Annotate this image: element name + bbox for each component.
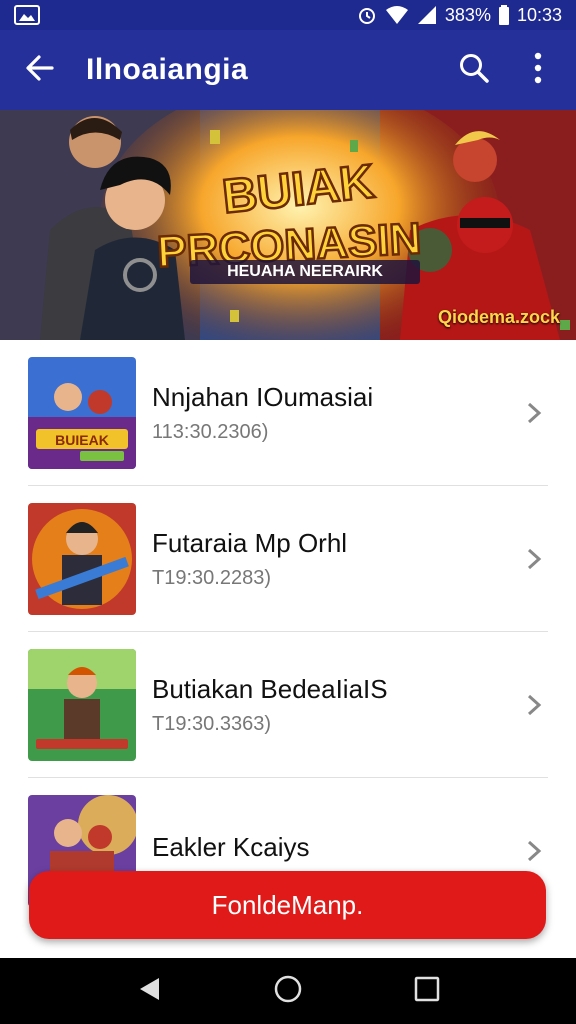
- chevron-right-icon: [520, 837, 548, 865]
- chevron-right-icon: [520, 691, 548, 719]
- nav-recents-button[interactable]: [402, 966, 452, 1016]
- item-subtitle: T19:30.2283): [152, 567, 271, 589]
- search-icon: [458, 52, 490, 89]
- list-item[interactable]: Butiakan BedeaIiaIS T19:30.3363): [0, 632, 576, 778]
- list-item[interactable]: BUIEAK Nnjahan IOumasiai 113:30.2306): [0, 340, 576, 486]
- promo-banner[interactable]: BUIAK PRCONASIN HEUAHA NEERAIRK Qiodema.…: [0, 110, 576, 340]
- item-thumbnail: [28, 503, 136, 615]
- alarm-icon: [357, 5, 377, 25]
- battery-percent: 383%: [444, 4, 491, 25]
- item-subtitle: T19:30.3363): [152, 713, 271, 735]
- search-button[interactable]: [452, 48, 496, 92]
- more-options-button[interactable]: [516, 48, 560, 92]
- banner-artwork: BUIAK PRCONASIN: [0, 110, 576, 340]
- system-nav-bar: [0, 958, 576, 1024]
- item-thumbnail: BUIEAK: [28, 357, 136, 469]
- item-title: Butiakan BedeaIiaIS: [152, 674, 388, 704]
- recents-square-icon: [414, 976, 440, 1007]
- home-circle-icon: [273, 974, 303, 1009]
- item-subtitle: 113:30.2306): [152, 421, 269, 443]
- nav-home-button[interactable]: [263, 966, 313, 1016]
- chevron-right-icon: [520, 399, 548, 427]
- item-title: Eakler Kcaiys: [152, 831, 310, 862]
- page-title: Ilnoaiangia: [86, 53, 249, 86]
- battery-icon: [498, 5, 509, 25]
- item-title: Nnjahan IOumasiai: [152, 382, 374, 412]
- chevron-right-icon: [520, 545, 548, 573]
- banner-tagline: HEUAHA NEERAIRK: [190, 260, 420, 284]
- item-thumbnail: [28, 649, 136, 761]
- item-title: Futaraia Mp Orhl: [152, 528, 348, 558]
- app-bar: Ilnoaiangia: [0, 30, 576, 110]
- primary-action-button[interactable]: FonldeManp.: [29, 871, 546, 939]
- wifi-icon: [385, 5, 409, 25]
- nav-back-button[interactable]: [124, 966, 174, 1016]
- back-arrow-icon: [25, 53, 55, 88]
- back-triangle-icon: [137, 976, 161, 1007]
- clock: 10:33: [516, 4, 562, 25]
- more-vert-icon: [533, 52, 543, 89]
- status-bar: 383% 10:33: [0, 0, 576, 30]
- back-button[interactable]: [16, 46, 64, 94]
- list-item[interactable]: Futaraia Mp Orhl T19:30.2283): [0, 486, 576, 632]
- gallery-icon: [14, 5, 40, 25]
- signal-icon: [417, 5, 437, 25]
- thumb-label: BUIEAK: [55, 432, 109, 448]
- banner-subtitle: Qiodema.zock: [437, 307, 560, 327]
